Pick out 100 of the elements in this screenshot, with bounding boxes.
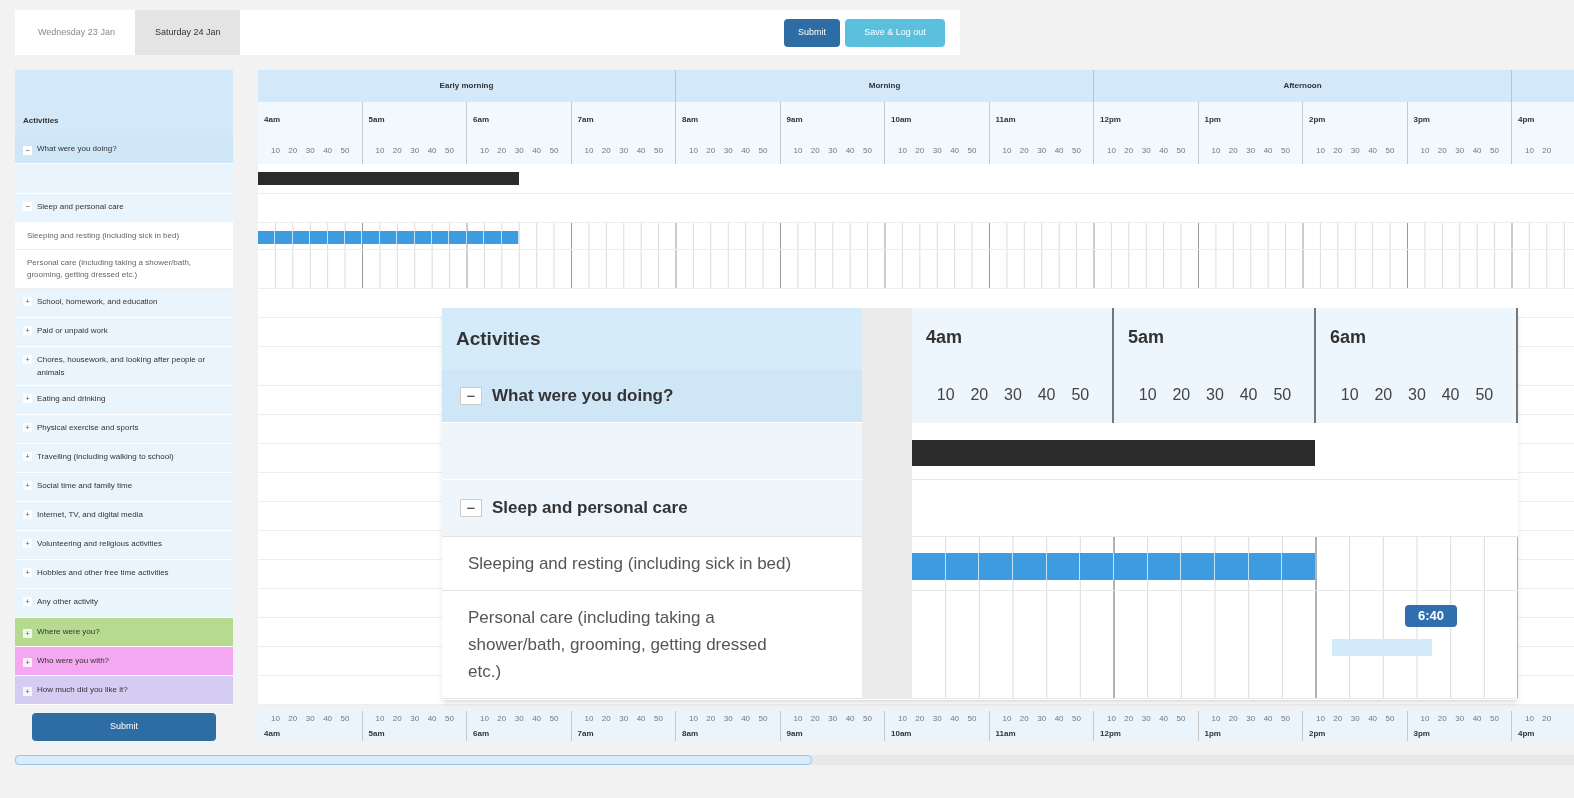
minute-tick: 30 [409, 712, 421, 725]
minute-tick: 40 [1440, 384, 1461, 405]
minute-tick: 30 [1036, 712, 1048, 725]
hour-label: 10am [890, 113, 912, 126]
hour-label: 11am [994, 727, 1016, 740]
period-label: Afternoon [1283, 80, 1322, 92]
minute-tick: 20 [600, 144, 612, 157]
minute-tick: 10 [687, 712, 699, 725]
hour-label: 6am [472, 727, 489, 740]
minute-tick: 20 [1227, 712, 1239, 725]
minute-tick: 40 [949, 144, 961, 157]
minute-tick: 10 [1419, 712, 1431, 725]
hour-label: 12pm [1099, 113, 1121, 126]
minute-tick: 20 [705, 712, 717, 725]
minute-tick: 40 [1036, 384, 1057, 405]
category-label: Eating and drinking [37, 393, 106, 405]
minute-tick: 30 [1140, 712, 1152, 725]
toggle-button[interactable]: − [460, 499, 482, 517]
period-label: Morning [868, 80, 901, 92]
hour-label: 2pm [1308, 727, 1326, 740]
submit-button[interactable]: Submit [32, 713, 216, 741]
minute-tick: 20 [1436, 712, 1448, 725]
minute-tick: 10 [1523, 144, 1535, 157]
date-tab[interactable]: Saturday 24 Jan [134, 10, 241, 55]
minute-tick: 40 [531, 144, 543, 157]
pending-bar[interactable] [1332, 639, 1432, 656]
minute-tick: 30 [722, 712, 734, 725]
minute-tick: 40 [635, 712, 647, 725]
minute-tick: 10 [792, 144, 804, 157]
minute-tick: 50 [1175, 144, 1187, 157]
minute-tick: 30 [827, 144, 839, 157]
minute-tick: 30 [1407, 384, 1427, 405]
minute-tick: 10 [1210, 712, 1222, 725]
hour-label: 4am [925, 325, 963, 349]
minute-tick: 50 [1071, 144, 1082, 157]
minute-tick: 20 [287, 144, 299, 157]
minute-tick: 30 [409, 144, 421, 157]
sidebar-title: Activities [456, 326, 541, 351]
category-label: Chores, housework, and looking after people or animals [37, 354, 207, 379]
category-label: Any other activity [37, 596, 98, 608]
minute-tick: 50 [339, 712, 351, 725]
hour-label: 7am [576, 727, 594, 740]
minute-tick: 10 [1314, 144, 1326, 157]
minute-tick: 40 [949, 712, 961, 725]
minute-tick: 30 [1349, 712, 1361, 725]
minute-tick: 50 [339, 144, 351, 157]
submit-button[interactable]: Submit [784, 18, 840, 47]
category-label: Physical exercise and sports [37, 422, 139, 434]
minute-tick: 20 [1018, 144, 1030, 157]
minute-tick: 50 [653, 712, 664, 725]
minute-tick: 10 [792, 712, 804, 725]
hour-label: 8am [681, 113, 698, 126]
minute-tick: 40 [1262, 144, 1274, 157]
minute-tick: 10 [1137, 384, 1158, 405]
minute-tick: 10 [896, 144, 908, 157]
hour-label: 4pm [1517, 727, 1535, 740]
minute-tick: 30 [304, 144, 316, 157]
minute-tick: 20 [496, 712, 508, 725]
hour-label: 4pm [1517, 113, 1535, 126]
minute-tick: 20 [809, 712, 821, 725]
hour-label: 8am [681, 727, 698, 740]
minute-tick: 10 [1105, 144, 1117, 157]
toggle-button[interactable]: − [460, 387, 482, 405]
minute-tick: 30 [1454, 144, 1466, 157]
question-label: How much did you like it? [37, 684, 128, 696]
minute-tick: 30 [827, 712, 839, 725]
minute-tick: 40 [426, 144, 438, 157]
activity-label: Personal care (including taking a shower/bath, grooming, getting dressed etc.) [15, 250, 233, 289]
minute-tick: 10 [478, 712, 490, 725]
hour-label: 5am [367, 113, 385, 126]
minute-tick: 20 [1332, 712, 1344, 725]
hour-label: 7am [576, 113, 594, 126]
minute-tick: 20 [1436, 144, 1448, 157]
minute-tick: 30 [304, 712, 316, 725]
question-label: What were you doing? [37, 143, 117, 155]
activity-label: Sleeping and resting (including sick in bed) [15, 223, 233, 250]
minute-tick: 10 [1001, 712, 1013, 725]
minute-tick: 10 [1105, 712, 1117, 725]
hour-label: 3pm [1412, 113, 1430, 126]
minute-tick: 30 [722, 144, 734, 157]
hour-label: 5am [367, 727, 385, 740]
hour-label: 5am [1127, 325, 1165, 349]
minute-tick: 40 [1238, 384, 1259, 405]
category-label: Sleep and personal care [37, 201, 124, 213]
hour-label: 3pm [1412, 727, 1430, 740]
minute-tick: 40 [1367, 144, 1379, 157]
minute-tick: 20 [1332, 144, 1344, 157]
category-label: Volunteering and religious activities [37, 538, 162, 550]
minute-tick: 30 [1036, 144, 1048, 157]
minute-tick: 40 [322, 144, 334, 157]
hour-label: 6am [1329, 325, 1367, 349]
minute-tick: 30 [931, 712, 943, 725]
minute-tick: 50 [1474, 384, 1495, 405]
minute-tick: 10 [1339, 384, 1360, 405]
sidebar-title: Activities [23, 115, 59, 127]
minute-tick: 40 [740, 144, 752, 157]
minute-tick: 20 [1373, 384, 1394, 405]
minute-tick: 20 [1227, 144, 1239, 157]
minute-tick: 50 [862, 144, 873, 157]
scrollbar[interactable] [15, 755, 1574, 765]
